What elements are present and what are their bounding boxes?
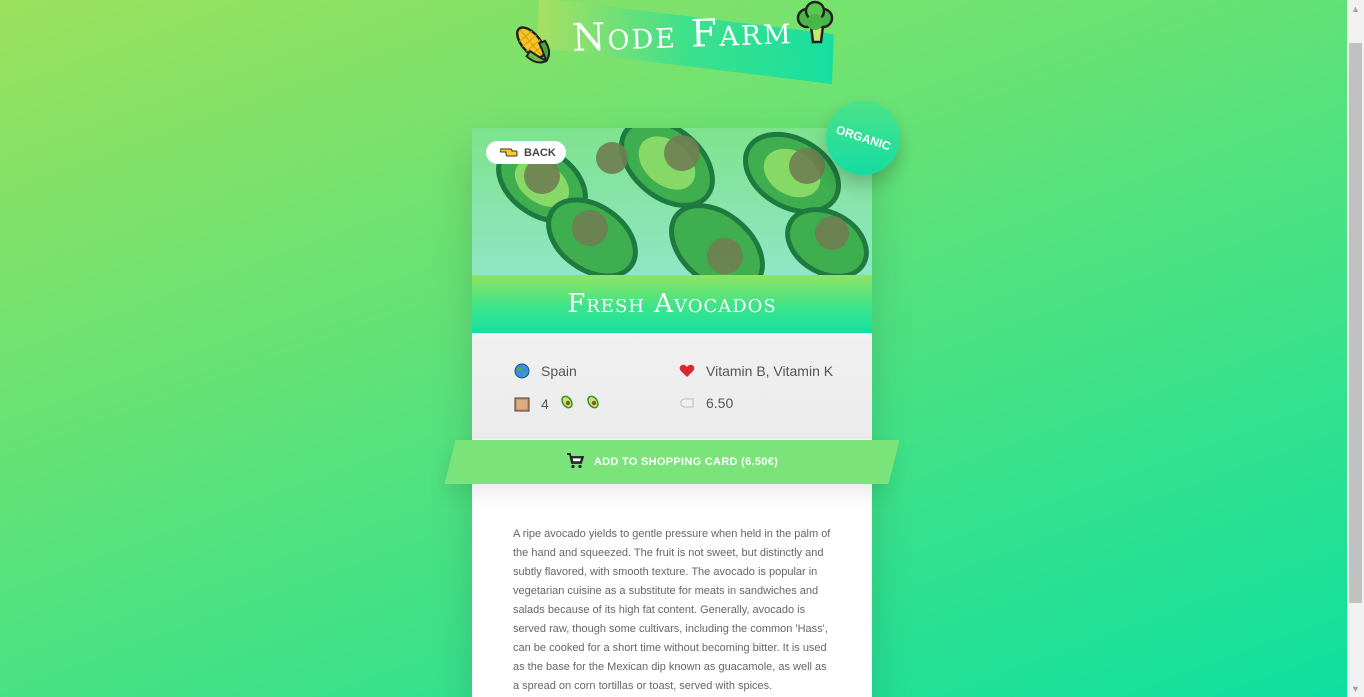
back-button[interactable]: BACK — [486, 141, 566, 164]
product-details: Spain Vitamin B, Vitamin K 4 6.50 — [472, 333, 872, 439]
broccoli-icon — [796, 0, 834, 44]
corn-icon — [515, 26, 551, 64]
quantity-detail: 4 — [513, 394, 601, 413]
shopping-cart-icon — [566, 452, 585, 472]
scroll-up-arrow-icon[interactable]: ▲ — [1347, 0, 1364, 17]
scrollbar-thumb[interactable] — [1349, 43, 1362, 603]
origin-text: Spain — [541, 363, 577, 379]
product-name: Fresh Avocados — [567, 289, 777, 319]
title-band: Fresh Avocados — [472, 275, 872, 333]
organic-label: ORGANIC — [833, 122, 893, 154]
product-description: A ripe avocado yields to gentle pressure… — [513, 528, 831, 692]
add-to-cart-content[interactable]: ADD TO SHOPPING CARD (6.50€) — [450, 440, 894, 484]
logo[interactable]: Node Farm — [508, 0, 838, 84]
quantity-text: 4 — [541, 395, 549, 412]
origin-detail: Spain — [513, 362, 577, 380]
avocado-icon — [559, 394, 575, 413]
product-card: BACK Fresh Avocados Spain Vitamin B, Vit… — [472, 128, 872, 697]
product-image: BACK — [472, 128, 872, 275]
heart-icon — [678, 362, 696, 380]
globe-icon — [513, 362, 531, 380]
pointing-hand-icon — [499, 145, 518, 160]
nutrients-text: Vitamin B, Vitamin K — [706, 363, 834, 379]
price-tag-icon — [678, 394, 696, 412]
logo-text: Node Farm — [571, 8, 794, 60]
box-icon — [513, 395, 531, 413]
price-detail: 6.50 — [678, 394, 733, 412]
page: Node Farm BACK Fresh Avocados Spain Vita… — [0, 0, 1347, 697]
avocado-icon — [585, 394, 601, 413]
vertical-scrollbar[interactable]: ▲ ▼ — [1347, 0, 1364, 697]
nutrients-detail: Vitamin B, Vitamin K — [678, 362, 833, 380]
add-to-cart-label: ADD TO SHOPPING CARD (6.50€) — [593, 456, 779, 468]
back-label: BACK — [524, 146, 556, 159]
organic-badge: ORGANIC — [826, 101, 900, 175]
price-text: 6.50 — [706, 395, 734, 411]
scroll-down-arrow-icon[interactable]: ▼ — [1347, 680, 1364, 697]
